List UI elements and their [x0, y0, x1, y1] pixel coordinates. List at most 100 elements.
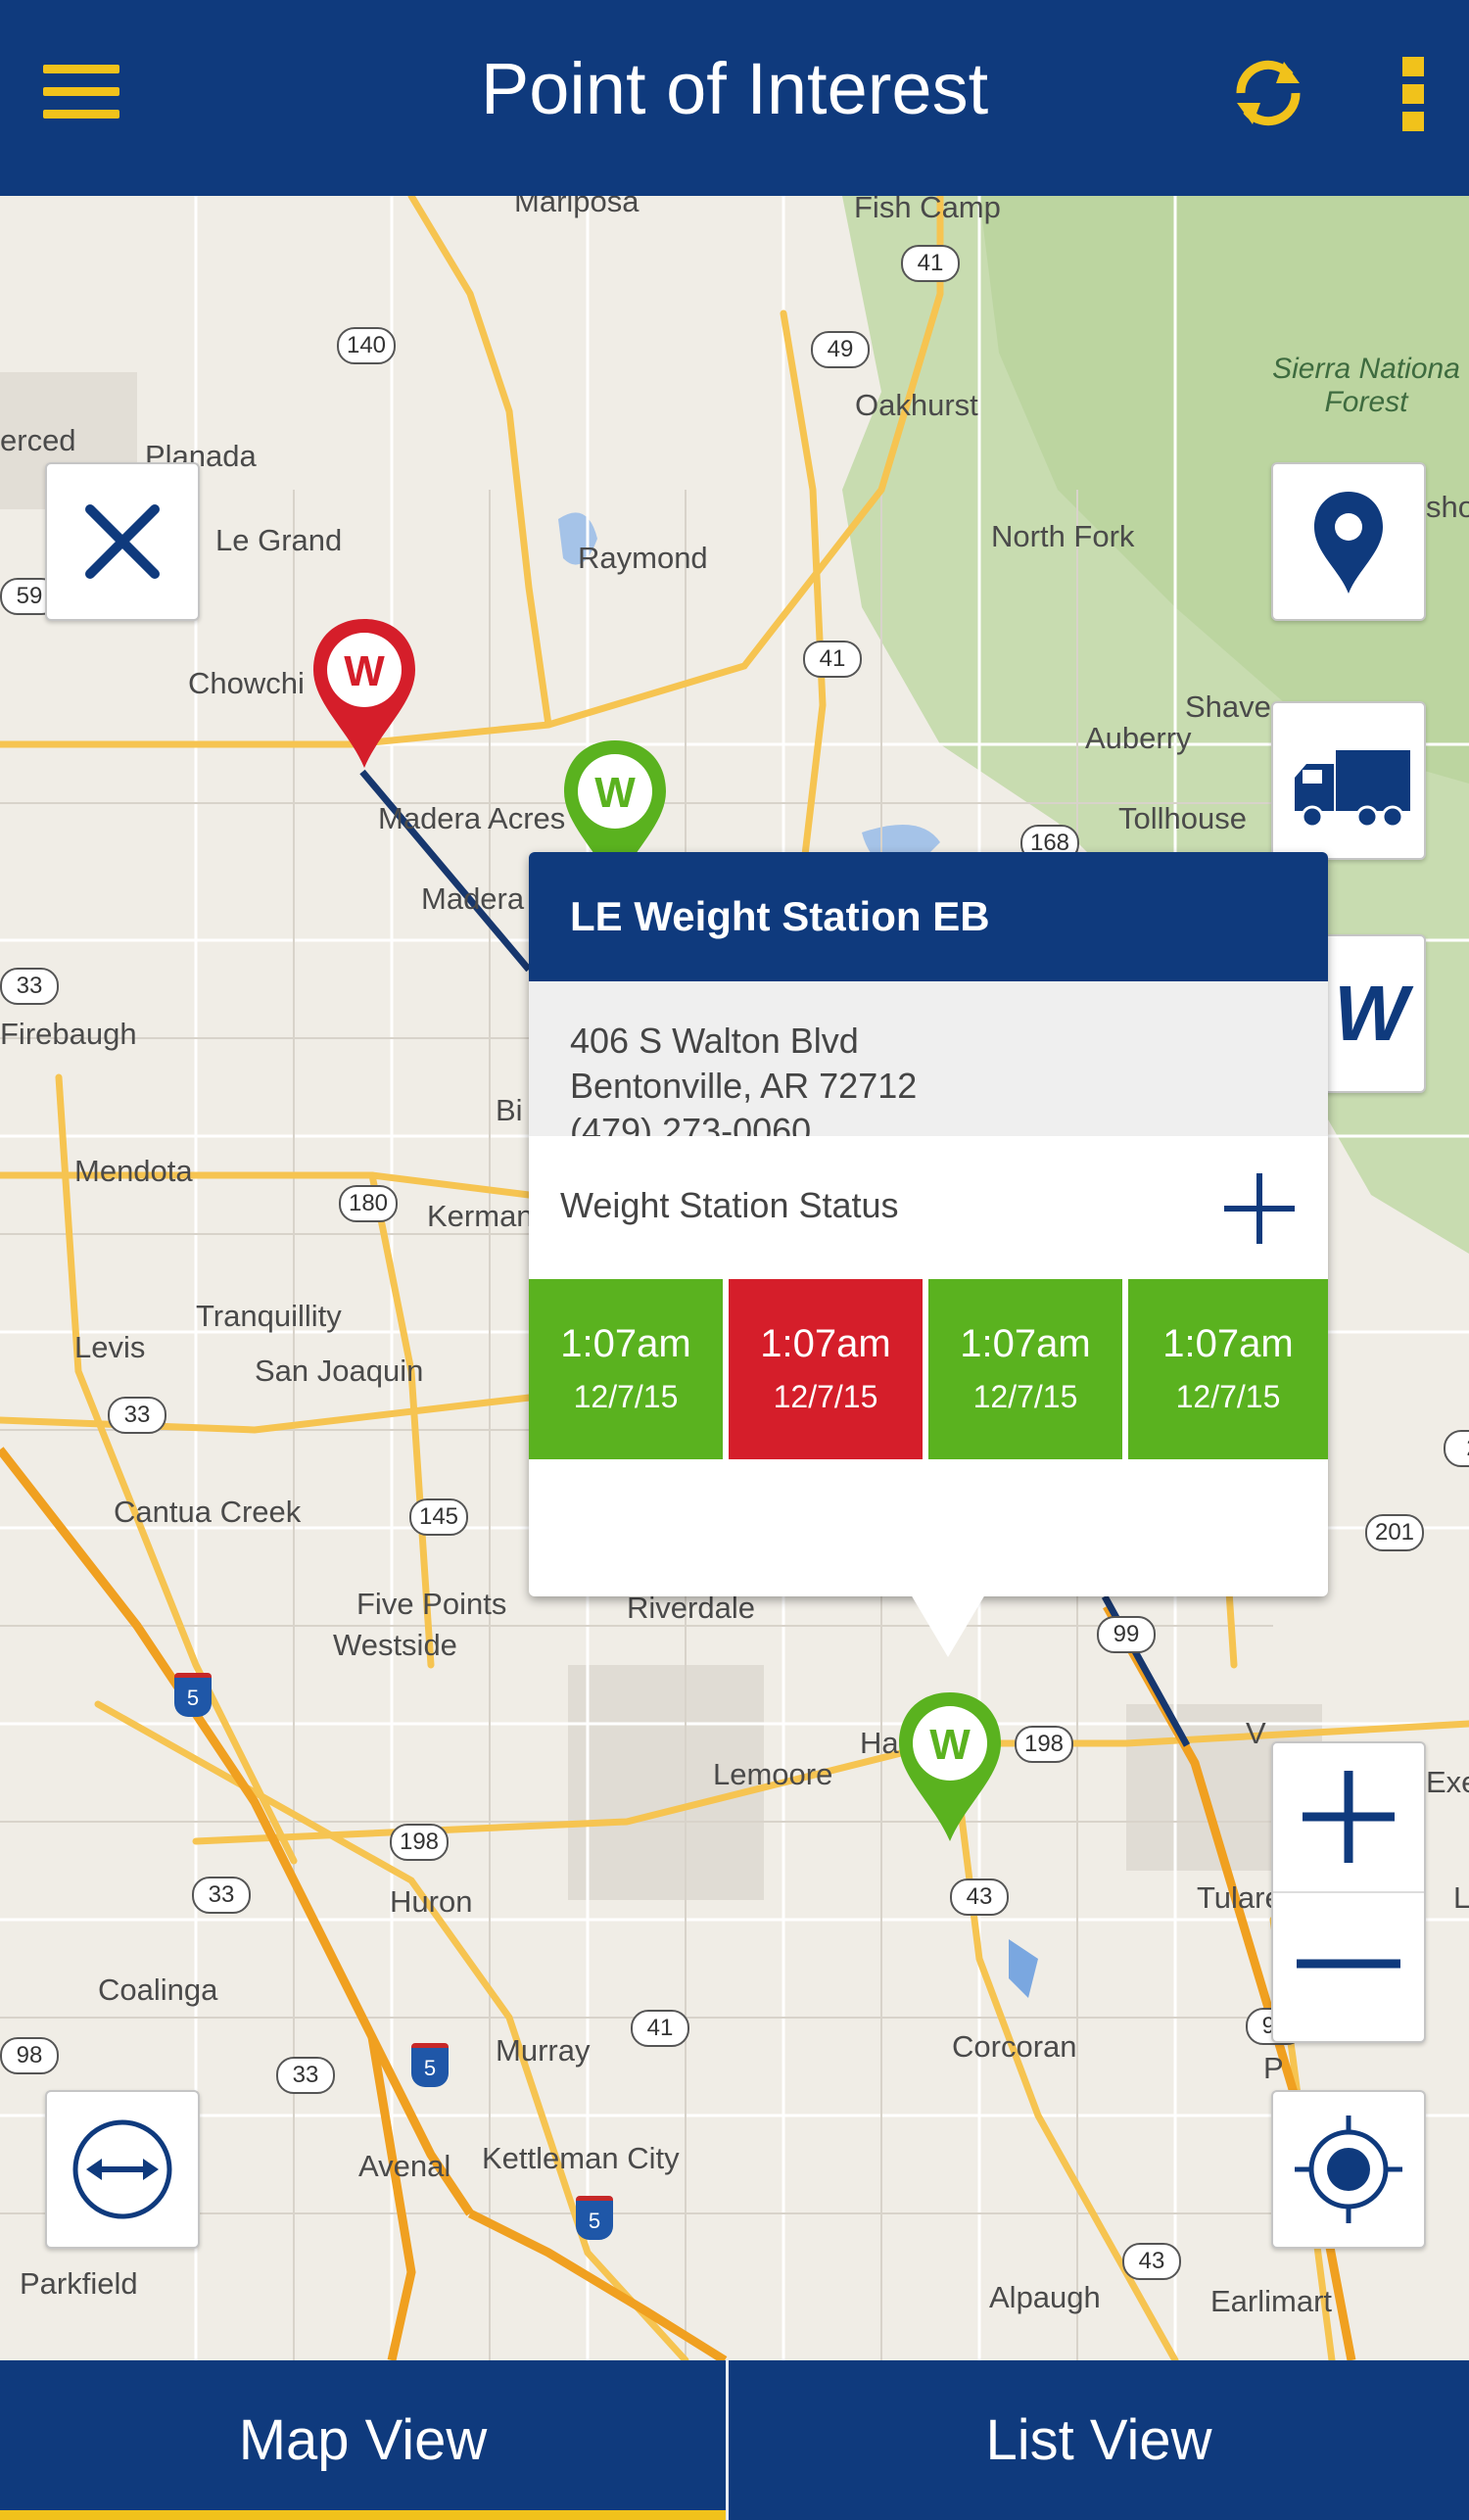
- place-label: Corcoran: [952, 2029, 1077, 2064]
- tab-list-view[interactable]: List View: [729, 2360, 1469, 2520]
- place-label: Exe: [1426, 1765, 1469, 1799]
- route-shield: 33: [108, 1397, 166, 1434]
- forest-label-line: Forest: [1324, 386, 1408, 418]
- route-shield: 98: [0, 2037, 59, 2074]
- place-label: Five Points: [356, 1587, 507, 1621]
- location-pin-icon: [1314, 492, 1383, 594]
- place-label: Westside: [333, 1628, 457, 1662]
- popup-card: LE Weight Station EB 406 S Walton Blvd B…: [529, 852, 1328, 1596]
- weight-station-status-row: Weight Station Status: [529, 1136, 1328, 1281]
- route-shield: 41: [803, 641, 862, 678]
- place-label: sho: [1426, 490, 1469, 524]
- close-button[interactable]: [45, 462, 200, 621]
- place-label: Coalinga: [98, 1973, 218, 2007]
- place-label: Firebaugh: [0, 1017, 137, 1051]
- status-time: 1:07am: [560, 1322, 691, 1365]
- truck-button[interactable]: [1271, 701, 1426, 860]
- status-date: 12/7/15: [573, 1379, 679, 1414]
- place-label: Mendota: [74, 1154, 193, 1188]
- place-label: Madera Acres: [378, 801, 566, 835]
- app-header: Point of Interest: [0, 0, 1469, 196]
- interstate-shield: 5: [411, 2043, 449, 2087]
- status-time: 1:07am: [1162, 1322, 1294, 1365]
- truck-icon: [1295, 750, 1410, 829]
- interstate-shield: 5: [576, 2196, 613, 2240]
- place-label: Tulare: [1197, 1880, 1282, 1915]
- place-label: Ha: [860, 1726, 899, 1760]
- weight-station-pin-green[interactable]: W: [895, 1688, 1005, 1845]
- place-label: Huron: [390, 1884, 473, 1919]
- route-shield: 41: [631, 2010, 689, 2047]
- place-label: P: [1263, 2051, 1284, 2085]
- status-date: 12/7/15: [773, 1379, 878, 1414]
- place-label: Kettleman City: [482, 2141, 680, 2175]
- pin-letter: W: [344, 647, 385, 695]
- my-location-button[interactable]: [1271, 2090, 1426, 2249]
- weight-station-popup: LE Weight Station EB 406 S Walton Blvd B…: [529, 852, 1328, 1596]
- route-width-button[interactable]: [45, 2090, 200, 2249]
- place-label: V: [1246, 1716, 1266, 1750]
- route-shield: 41: [901, 245, 960, 282]
- place-label: Parkfield: [20, 2266, 138, 2301]
- place-label: Raymond: [578, 541, 708, 575]
- location-pin-button[interactable]: [1271, 462, 1426, 621]
- place-label: Tollhouse: [1118, 801, 1247, 835]
- route-shield: 201: [1365, 1514, 1424, 1551]
- place-label: Auberry: [1085, 721, 1192, 755]
- route-shield: 198: [390, 1824, 449, 1861]
- place-label: Levis: [74, 1330, 146, 1364]
- popup-title: LE Weight Station EB: [570, 893, 990, 939]
- place-label: Le Grand: [215, 523, 343, 557]
- zoom-out-button[interactable]: [1273, 1893, 1424, 2040]
- place-label: Kerman: [427, 1199, 534, 1233]
- place-label: Murray: [496, 2033, 591, 2068]
- forest-label-line: Sierra Nationa: [1272, 353, 1460, 385]
- place-label: Shave: [1185, 689, 1271, 724]
- place-label: Bi: [496, 1093, 523, 1127]
- route-shield: 49: [811, 331, 870, 368]
- place-label: San Joaquin: [255, 1354, 424, 1388]
- status-entry[interactable]: 1:07am 12/7/15: [529, 1279, 723, 1459]
- place-label: Fish Camp: [854, 196, 1001, 224]
- route-shield: 43: [950, 1878, 1009, 1916]
- refresh-icon[interactable]: [1229, 54, 1307, 132]
- active-tab-indicator: [0, 2510, 726, 2520]
- place-label: erced: [0, 423, 76, 457]
- status-entry[interactable]: 1:07am 12/7/15: [1128, 1279, 1328, 1459]
- place-label: Cantua Creek: [114, 1495, 302, 1529]
- place-label: Lemoore: [713, 1757, 833, 1791]
- forest-label: Sierra Nationa Forest: [1263, 353, 1469, 419]
- add-status-button[interactable]: [1220, 1169, 1299, 1248]
- popup-details: 406 S Walton Blvd Bentonville, AR 72712 …: [529, 981, 1328, 1151]
- place-label: Mariposa: [514, 196, 640, 218]
- more-vertical-icon[interactable]: [1402, 57, 1430, 135]
- weight-station-letter: W: [1334, 970, 1414, 1057]
- route-shield: 33: [276, 2057, 335, 2094]
- route-shield: 145: [409, 1498, 468, 1536]
- tab-map-view[interactable]: Map View: [0, 2360, 726, 2520]
- status-time: 1:07am: [760, 1322, 891, 1365]
- place-label: Alpaugh: [989, 2280, 1101, 2314]
- zoom-in-button[interactable]: [1273, 1743, 1424, 1890]
- place-label: Tranquillity: [196, 1299, 342, 1333]
- pin-letter: W: [594, 769, 636, 817]
- status-entry[interactable]: 1:07am 12/7/15: [928, 1279, 1122, 1459]
- double-arrow-icon: [72, 2119, 172, 2219]
- route-shield: 140: [337, 327, 396, 364]
- route-shield: 2: [1444, 1430, 1469, 1467]
- place-label: L: [1453, 1880, 1469, 1915]
- status-date: 12/7/15: [972, 1379, 1078, 1414]
- route-shield: 33: [0, 968, 59, 1005]
- status-time: 1:07am: [960, 1322, 1091, 1365]
- place-label: Earlimart: [1210, 2284, 1333, 2318]
- route-shield: 99: [1097, 1616, 1156, 1653]
- place-label: Avenal: [358, 2149, 451, 2183]
- weight-station-pin-red[interactable]: W: [309, 615, 419, 772]
- address-line1: 406 S Walton Blvd: [570, 1021, 859, 1061]
- place-label: Oakhurst: [855, 388, 978, 422]
- zoom-control: [1271, 1741, 1426, 2043]
- route-shield: 43: [1122, 2243, 1181, 2280]
- route-shield: 198: [1015, 1726, 1073, 1763]
- status-date: 12/7/15: [1175, 1379, 1281, 1414]
- status-entry[interactable]: 1:07am 12/7/15: [729, 1279, 923, 1459]
